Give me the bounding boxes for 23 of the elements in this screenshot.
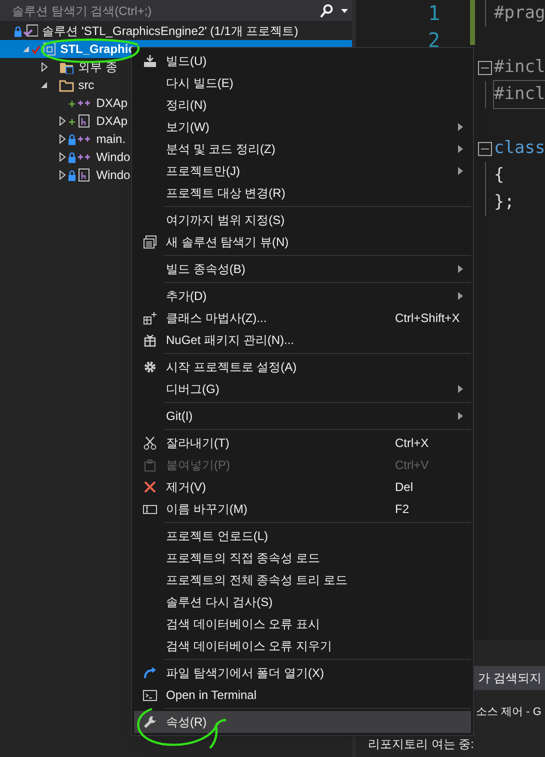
error-bar-text: 가 검색되지 <box>478 670 542 687</box>
tree-label: Windo <box>96 149 130 166</box>
tree-label: 외부 종 <box>78 59 118 76</box>
shortcut-text: Ctrl+Shift+X <box>395 310 461 327</box>
shortcut-text: Del <box>395 479 414 496</box>
tree-label: DXAp <box>96 95 128 112</box>
shortcut-text: F2 <box>395 501 410 518</box>
tree-label: 솔루션 'STL_GraphicsEngine2' (1/1개 프로젝트) <box>42 23 298 40</box>
code-text: { <box>494 164 504 187</box>
tree-label: Windo <box>96 167 130 184</box>
tree-label: main. <box>96 131 126 148</box>
tree-label: src <box>78 77 94 94</box>
code-text: }; <box>494 191 514 214</box>
line-number: 1 <box>428 0 440 27</box>
code-text: #incl <box>494 81 545 108</box>
shortcut-text: Ctrl+X <box>395 435 430 452</box>
line-number: 2 <box>428 27 440 54</box>
shortcut-text: Ctrl+V <box>395 457 430 474</box>
code-text: #incl <box>494 56 545 79</box>
code-text: #prag <box>494 2 545 25</box>
output-text: 리포지토리 여는 중: <box>368 736 474 753</box>
code-text: class <box>494 137 545 160</box>
tree-label: DXAp <box>96 113 128 130</box>
